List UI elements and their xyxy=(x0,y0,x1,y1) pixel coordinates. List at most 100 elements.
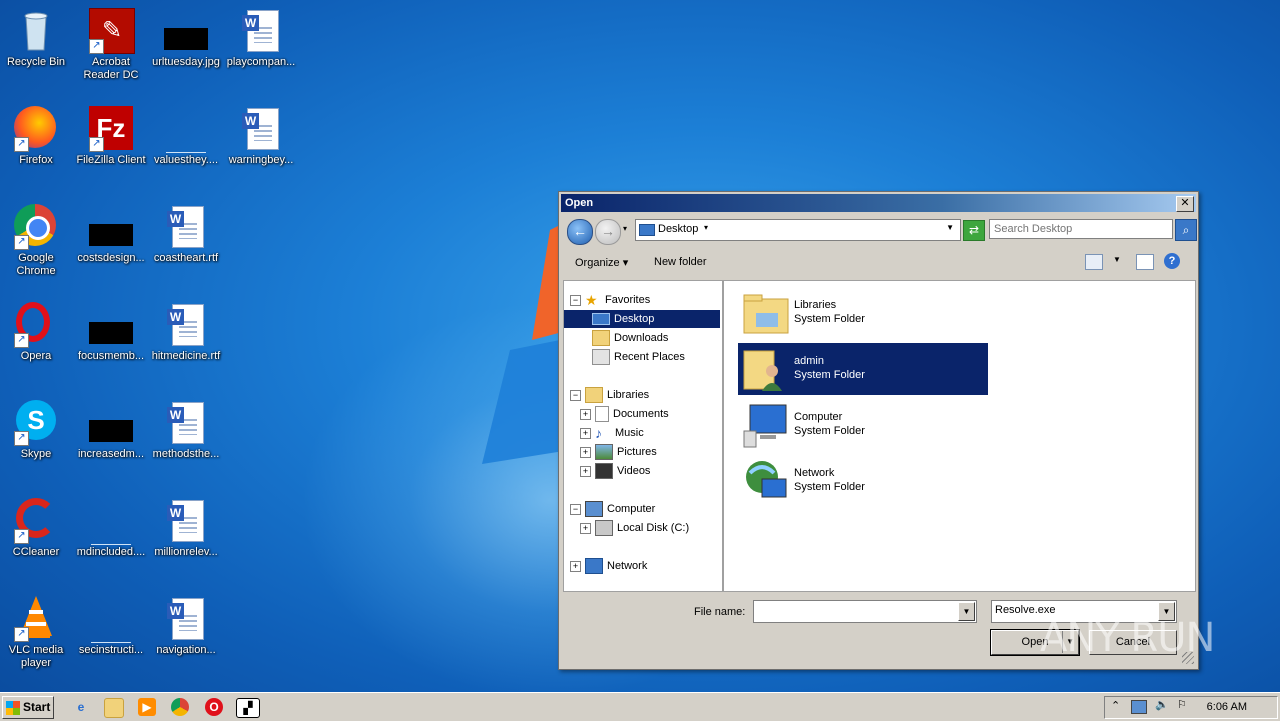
chrome-taskbar-icon[interactable] xyxy=(171,698,189,716)
start-button[interactable]: Start xyxy=(2,696,54,719)
desktop-icon-vlc[interactable]: ↗ VLC media player xyxy=(0,594,73,670)
tree-item-local-disk[interactable]: + Local Disk (C:) xyxy=(580,519,689,537)
filezilla-icon: Fz ↗ xyxy=(87,104,135,152)
desktop-icon-urltuesday[interactable]: urltuesday.jpg xyxy=(149,6,223,69)
address-dropdown-icon[interactable]: ▼ xyxy=(946,223,954,232)
downloads-folder-icon xyxy=(592,330,610,347)
star-icon: ★ xyxy=(585,292,598,309)
desktop-icon-hitmedicine[interactable]: W hitmedicine.rtf xyxy=(149,300,223,363)
vlc-icon: ↗ xyxy=(12,594,60,642)
desktop-icon-warningbey[interactable]: W warningbey... xyxy=(224,104,298,167)
expand-icon[interactable]: + xyxy=(570,560,581,572)
expand-icon[interactable]: + xyxy=(580,522,591,534)
list-item-network[interactable]: Network System Folder xyxy=(738,455,988,507)
desktop-icon-millionrelev[interactable]: W millionrelev... xyxy=(149,496,223,559)
tree-item-recent-places[interactable]: Recent Places xyxy=(592,348,685,366)
new-folder-button[interactable]: New folder xyxy=(654,256,707,268)
icon-label: Google Chrome xyxy=(16,252,56,277)
network-tray-icon[interactable] xyxy=(1131,700,1147,714)
view-options-icon[interactable] xyxy=(1085,254,1103,270)
tree-item-libraries[interactable]: − Libraries xyxy=(570,386,649,404)
tree-item-desktop[interactable]: Desktop xyxy=(564,310,720,328)
list-item-admin[interactable]: admin System Folder xyxy=(738,343,988,395)
back-button[interactable]: ← xyxy=(567,219,593,245)
view-dropdown-icon[interactable]: ▼ xyxy=(1113,255,1121,264)
forward-button[interactable]: → xyxy=(595,219,621,245)
file-icon xyxy=(162,104,210,153)
help-icon[interactable]: ? xyxy=(1164,253,1180,269)
dialog-titlebar[interactable]: Open ✕ xyxy=(561,194,1196,212)
tree-item-network[interactable]: + Network xyxy=(570,557,647,575)
taskbar: Start e ▶ O ▞ ⌃ 🔈 ⚐ 6:06 AM xyxy=(0,692,1280,721)
desktop-icon-filezilla[interactable]: Fz ↗ FileZilla Client xyxy=(74,104,148,167)
desktop-icon-navigation[interactable]: W navigation... xyxy=(149,594,223,657)
close-button[interactable]: ✕ xyxy=(1176,196,1194,212)
tree-item-downloads[interactable]: Downloads xyxy=(592,329,668,347)
desktop-icon-valuesthey[interactable]: valuesthey.... xyxy=(149,104,223,167)
address-field[interactable]: Desktop ▾ ▼ xyxy=(635,219,961,241)
desktop-icon-opera[interactable]: ↗ Opera xyxy=(0,300,73,363)
search-icon[interactable]: ⌕ xyxy=(1175,219,1197,241)
collapse-icon[interactable]: − xyxy=(570,389,581,401)
tree-item-videos[interactable]: + Videos xyxy=(580,462,650,480)
address-path: Desktop xyxy=(658,223,699,235)
dialog-title: Open xyxy=(565,197,594,209)
tree-item-favorites[interactable]: − ★ Favorites xyxy=(570,291,650,309)
file-name-input[interactable]: ▼ xyxy=(753,600,977,623)
expand-icon[interactable]: + xyxy=(580,408,591,420)
desktop-icon-firefox[interactable]: ↗ Firefox xyxy=(0,104,73,167)
desktop-icon-ccleaner[interactable]: ↗ CCleaner xyxy=(0,496,73,559)
ie-icon[interactable]: e xyxy=(72,698,90,716)
desktop-icon-mdincluded[interactable]: mdincluded.... xyxy=(74,496,148,559)
show-hidden-icons-icon[interactable]: ⌃ xyxy=(1111,699,1120,712)
explorer-icon[interactable] xyxy=(104,698,124,718)
collapse-icon[interactable]: − xyxy=(570,294,581,306)
icon-label: navigation... xyxy=(156,644,216,656)
list-item-libraries[interactable]: Libraries System Folder xyxy=(738,287,988,339)
desktop-icon-focusmemb[interactable]: focusmemb... xyxy=(74,300,148,363)
list-item-computer[interactable]: Computer System Folder xyxy=(738,399,988,451)
expand-icon[interactable]: + xyxy=(580,446,591,458)
word-doc-icon: W xyxy=(162,300,210,348)
preview-pane-icon[interactable] xyxy=(1136,254,1154,270)
organize-button[interactable]: Organize ▾ xyxy=(575,256,628,269)
search-input[interactable] xyxy=(989,219,1173,239)
volume-icon[interactable]: 🔈 xyxy=(1155,698,1169,711)
media-player-icon[interactable]: ▶ xyxy=(138,698,156,716)
word-doc-icon: W xyxy=(237,104,285,152)
desktop-icon-increasedm[interactable]: increasedm... xyxy=(74,398,148,461)
shortcut-arrow-icon: ↗ xyxy=(89,39,104,54)
expand-icon[interactable]: + xyxy=(580,465,591,477)
icon-label: urltuesday.jpg xyxy=(152,56,220,68)
desktop-icon-recycle-bin[interactable]: Recycle Bin xyxy=(0,6,73,69)
desktop-icon-skype[interactable]: S ↗ Skype xyxy=(0,398,73,461)
documents-icon xyxy=(595,406,609,423)
tree-item-pictures[interactable]: + Pictures xyxy=(580,443,657,461)
desktop-icon-coastheart[interactable]: W coastheart.rtf xyxy=(149,202,223,265)
collapse-icon[interactable]: − xyxy=(570,503,581,515)
videos-icon xyxy=(595,463,613,480)
tree-item-computer[interactable]: − Computer xyxy=(570,500,655,518)
file-name-dropdown-icon[interactable]: ▼ xyxy=(958,602,975,621)
shortcut-arrow-icon: ↗ xyxy=(14,431,29,446)
desktop-icon-chrome[interactable]: ↗ Google Chrome xyxy=(0,202,73,278)
action-center-flag-icon[interactable]: ⚐ xyxy=(1177,698,1187,711)
refresh-button[interactable]: ⇄ xyxy=(963,220,985,241)
word-doc-icon: W xyxy=(162,398,210,446)
desktop-icon-acrobat[interactable]: ✎ ↗ Acrobat Reader DC xyxy=(74,6,148,82)
shortcut-arrow-icon: ↗ xyxy=(89,137,104,152)
file-icon xyxy=(87,496,135,545)
app-taskbar-icon[interactable]: ▞ xyxy=(236,698,260,718)
icon-label: valuesthey.... xyxy=(154,154,218,166)
tree-item-documents[interactable]: + Documents xyxy=(580,405,669,423)
expand-icon[interactable]: + xyxy=(580,427,591,439)
opera-taskbar-icon[interactable]: O xyxy=(205,698,223,716)
tree-item-music[interactable]: + ♪ Music xyxy=(580,424,644,442)
breadcrumb-chevron-icon[interactable]: ▾ xyxy=(704,223,708,232)
desktop-icon-secinstructi[interactable]: secinstructi... xyxy=(74,594,148,657)
desktop-icon-playcompan[interactable]: W playcompan... xyxy=(224,6,298,69)
clock[interactable]: 6:06 AM xyxy=(1207,701,1247,713)
desktop-icon-methodsthe[interactable]: W methodsthe... xyxy=(149,398,223,461)
recent-pages-dropdown-icon[interactable]: ▾ xyxy=(623,224,627,233)
desktop-icon-costsdesign[interactable]: costsdesign... xyxy=(74,202,148,265)
